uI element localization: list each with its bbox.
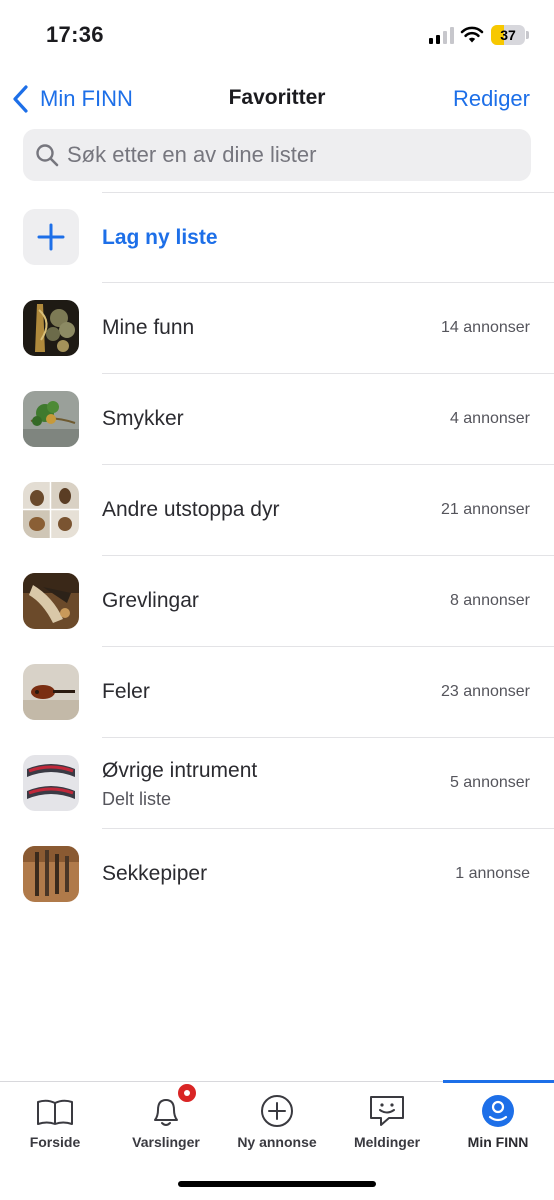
search-input[interactable]: [67, 142, 507, 168]
list-item[interactable]: Smykker 4 annonser: [0, 374, 554, 465]
chevron-left-icon: [13, 85, 28, 113]
tab-label: Forside: [29, 1134, 81, 1150]
list-name: Feler: [102, 680, 150, 703]
wifi-icon: [460, 26, 484, 43]
list-item[interactable]: Andre utstoppa dyr 21 annonser: [0, 465, 554, 556]
tab-forside[interactable]: Forside: [0, 1082, 110, 1162]
badger-thumbnail-image: [23, 573, 79, 629]
back-button-label: Min FINN: [40, 86, 133, 111]
tab-meldinger[interactable]: Meldinger: [332, 1082, 442, 1162]
list-thumbnail: [23, 755, 79, 811]
new-list-icon-tile: [23, 209, 79, 265]
list-thumbnail: [23, 664, 79, 720]
tab-label: Meldinger: [353, 1134, 421, 1150]
notification-badge: [176, 1082, 198, 1104]
tab-min-finn[interactable]: Min FINN: [443, 1082, 553, 1162]
list-item[interactable]: Grevlingar 8 annonser: [0, 556, 554, 647]
list-thumbnail: [23, 391, 79, 447]
list-thumbnail: [23, 846, 79, 902]
instrument-thumbnail-image: [23, 755, 79, 811]
home-indicator: [178, 1181, 376, 1187]
favorite-lists: Mine funn 14 annonser Smykker 4 annonser: [0, 283, 554, 920]
battery-tip: [526, 31, 529, 39]
new-list-label: Lag ny liste: [102, 226, 218, 249]
jewelry-thumbnail-image: [23, 391, 79, 447]
list-name: Mine funn: [102, 316, 195, 339]
brooch-thumbnail-image: [23, 300, 79, 356]
list-name: Sekkepiper: [102, 862, 208, 885]
tab-label: Varslinger: [132, 1134, 200, 1150]
list-count: 1 annonse: [455, 865, 530, 882]
violin-thumbnail-image: [23, 664, 79, 720]
list-count: 4 annonser: [449, 410, 530, 427]
plus-circle-icon: [261, 1095, 293, 1127]
stuffed-birds-thumbnail-image: [23, 482, 79, 538]
status-bar: 17:36 37: [0, 0, 554, 70]
list-count: 5 annonser: [449, 774, 530, 791]
list-count: 14 annonser: [441, 319, 530, 336]
list-item[interactable]: Feler 23 annonser: [0, 647, 554, 738]
tab-varslinger[interactable]: Varslinger: [111, 1082, 221, 1162]
list-count: 23 annonser: [441, 683, 530, 700]
profile-icon: [482, 1095, 514, 1127]
cellular-signal-icon: [429, 26, 455, 44]
list-name: Smykker: [102, 407, 184, 430]
status-time: 17:36: [46, 22, 104, 47]
search-bar[interactable]: [23, 129, 531, 181]
badge-dot: [184, 1090, 190, 1096]
back-button[interactable]: Min FINN: [10, 82, 133, 116]
list-thumbnail: [23, 482, 79, 538]
battery-icon: 37: [491, 25, 525, 45]
plus-icon: [37, 223, 65, 251]
bagpipes-thumbnail-image: [23, 846, 79, 902]
list-name: Øvrige intrument: [102, 759, 258, 782]
battery-level: 37: [500, 27, 516, 43]
new-list-button[interactable]: Lag ny liste: [0, 193, 554, 283]
tab-label: Ny annonse: [237, 1134, 317, 1150]
list-name: Grevlingar: [102, 589, 199, 612]
book-icon: [37, 1099, 73, 1125]
list-thumbnail: [23, 300, 79, 356]
list-count: 8 annonser: [449, 592, 530, 609]
list-count: 21 annonser: [441, 501, 530, 518]
edit-button[interactable]: Rediger: [453, 86, 530, 112]
chat-icon: [370, 1096, 404, 1126]
search-icon: [36, 144, 59, 167]
list-item[interactable]: Sekkepiper 1 annonse: [0, 829, 554, 920]
tab-label: Min FINN: [467, 1134, 529, 1150]
list-item[interactable]: Øvrige intrument Delt liste 5 annonser: [0, 738, 554, 829]
list-thumbnail: [23, 573, 79, 629]
list-name: Andre utstoppa dyr: [102, 498, 280, 521]
list-shared-label: Delt liste: [102, 789, 172, 809]
list-item[interactable]: Mine funn 14 annonser: [0, 283, 554, 374]
tab-ny-annonse[interactable]: Ny annonse: [222, 1082, 332, 1162]
